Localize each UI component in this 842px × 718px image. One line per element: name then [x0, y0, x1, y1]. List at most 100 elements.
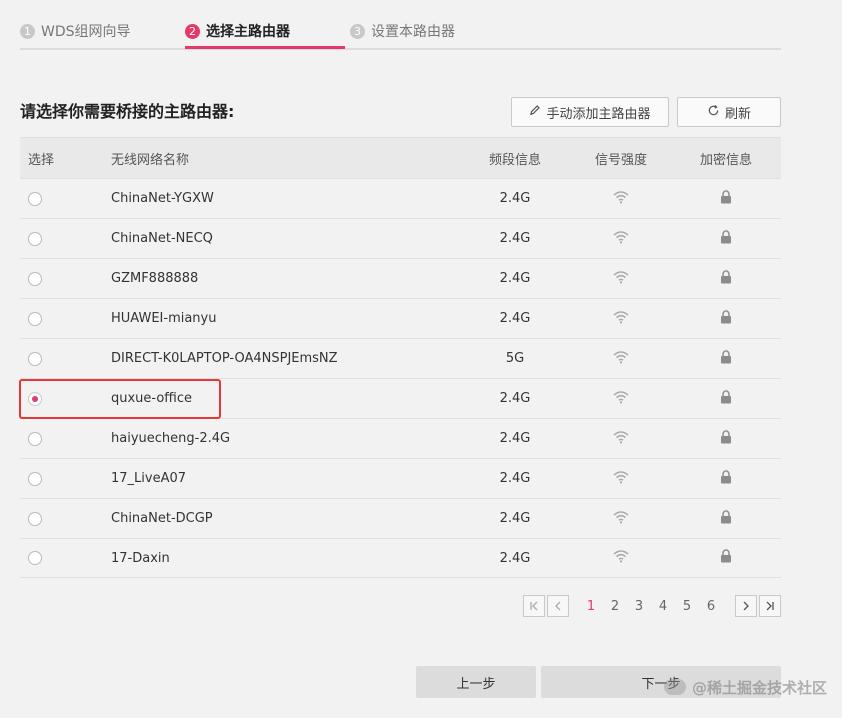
network-name: quxue-office: [111, 391, 193, 406]
lock-icon: [720, 509, 732, 528]
wifi-signal-icon: [612, 430, 630, 448]
select-radio[interactable]: [28, 431, 42, 446]
band-info: 2.4G: [499, 271, 531, 286]
select-radio[interactable]: [28, 191, 42, 206]
encryption-cell: [671, 509, 781, 528]
signal-cell: [571, 430, 671, 448]
band-info: 2.4G: [499, 431, 531, 446]
table-row[interactable]: ChinaNet-DCGP 2.4G: [20, 498, 781, 538]
select-radio[interactable]: [28, 551, 42, 565]
wifi-signal-icon: [612, 549, 630, 567]
page-number[interactable]: 3: [627, 599, 651, 614]
encryption-cell: [671, 549, 781, 567]
signal-cell: [571, 549, 671, 567]
lock-icon: [720, 469, 732, 488]
select-cell: [20, 431, 111, 446]
lock-icon: [720, 269, 732, 288]
refresh-button[interactable]: 刷新: [677, 97, 781, 127]
select-radio[interactable]: [28, 471, 42, 486]
page-heading: 请选择你需要桥接的主路由器:: [20, 102, 235, 121]
step-label: 设置本路由器: [371, 24, 455, 40]
table-body: ChinaNet-YGXW 2.4G ChinaNet-NECQ 2.4G GZMF88…: [20, 178, 781, 578]
band-info: 5G: [505, 351, 525, 366]
wizard-steps: 1 WDS组网向导 2 选择主路由器 3 设置本路由器: [20, 14, 781, 50]
page-number[interactable]: 6: [699, 599, 723, 614]
lock-icon: [720, 549, 732, 567]
network-name: GZMF888888: [111, 271, 199, 286]
select-radio[interactable]: [28, 231, 42, 246]
wifi-signal-icon: [612, 310, 630, 328]
encryption-cell: [671, 189, 781, 208]
add-main-router-label: 手动添加主路由器: [546, 106, 651, 122]
network-name: ChinaNet-DCGP: [111, 511, 213, 526]
encryption-cell: [671, 309, 781, 328]
step-number: 1: [20, 23, 35, 39]
network-name: ChinaNet-YGXW: [111, 191, 214, 206]
wifi-signal-icon: [612, 470, 630, 488]
wifi-signal-icon: [612, 270, 630, 288]
table-row[interactable]: quxue-office 2.4G: [20, 378, 781, 418]
signal-cell: [571, 470, 671, 488]
previous-step-button[interactable]: 上一步: [416, 666, 536, 698]
add-main-router-button[interactable]: 手动添加主路由器: [511, 97, 669, 127]
next-step-button[interactable]: 下一步: [541, 666, 781, 698]
select-radio[interactable]: [28, 391, 42, 406]
header-name: 无线网络名称: [111, 152, 190, 168]
table-row[interactable]: ChinaNet-NECQ 2.4G: [20, 218, 781, 258]
table-row[interactable]: ChinaNet-YGXW 2.4G: [20, 178, 781, 218]
last-page-button[interactable]: [759, 595, 781, 617]
signal-cell: [571, 310, 671, 328]
table-row[interactable]: 17_LiveA07 2.4G: [20, 458, 781, 498]
page-number[interactable]: 4: [651, 599, 675, 614]
encryption-cell: [671, 389, 781, 408]
page-number[interactable]: 1: [579, 599, 603, 614]
band-info: 2.4G: [499, 231, 531, 246]
table-row[interactable]: haiyuecheng-2.4G 2.4G: [20, 418, 781, 458]
table-row[interactable]: 17-Daxin 2.4G: [20, 538, 781, 578]
table-row[interactable]: GZMF888888 2.4G: [20, 258, 781, 298]
refresh-icon: [707, 104, 720, 121]
select-cell: [20, 391, 111, 406]
wifi-signal-icon: [612, 230, 630, 248]
select-radio[interactable]: [28, 511, 42, 526]
first-page-button[interactable]: [523, 595, 545, 617]
lock-icon: [720, 389, 732, 408]
next-page-button[interactable]: [735, 595, 757, 617]
header-encryption: 加密信息: [699, 152, 752, 168]
band-info: 2.4G: [499, 511, 531, 526]
table-row[interactable]: DIRECT-K0LAPTOP-OA4NSPJEmsNZ 5G: [20, 338, 781, 378]
lock-icon: [720, 229, 732, 248]
select-cell: [20, 231, 111, 246]
network-name: haiyuecheng-2.4G: [111, 431, 231, 446]
page-number[interactable]: 2: [603, 599, 627, 614]
select-radio[interactable]: [28, 271, 42, 286]
select-cell: [20, 191, 111, 206]
step-select-main-router[interactable]: 2 选择主路由器: [185, 14, 290, 48]
encryption-cell: [671, 469, 781, 488]
band-info: 2.4G: [499, 391, 531, 406]
select-radio[interactable]: [28, 311, 42, 326]
router-table: 选择 无线网络名称 频段信息 信号强度 加密信息 ChinaNet-YGXW 2.…: [20, 137, 781, 578]
page-number[interactable]: 5: [675, 599, 699, 614]
select-radio[interactable]: [28, 351, 42, 366]
step-setup-this-router[interactable]: 3 设置本路由器: [350, 14, 455, 48]
band-info: 2.4G: [499, 311, 531, 326]
network-name: ChinaNet-NECQ: [111, 231, 213, 246]
encryption-cell: [671, 349, 781, 368]
step-number: 3: [350, 23, 365, 39]
header-signal: 信号强度: [594, 152, 647, 168]
band-info: 2.4G: [499, 191, 531, 206]
signal-cell: [571, 350, 671, 368]
prev-page-button[interactable]: [547, 595, 569, 617]
step-wds-wizard[interactable]: 1 WDS组网向导: [20, 14, 131, 48]
wifi-signal-icon: [612, 190, 630, 208]
signal-cell: [571, 270, 671, 288]
table-row[interactable]: HUAWEI-mianyu 2.4G: [20, 298, 781, 338]
select-cell: [20, 511, 111, 526]
wifi-signal-icon: [612, 350, 630, 368]
signal-cell: [571, 230, 671, 248]
wifi-signal-icon: [612, 510, 630, 528]
select-cell: [20, 311, 111, 326]
signal-cell: [571, 510, 671, 528]
header-select: 选择: [28, 152, 55, 168]
